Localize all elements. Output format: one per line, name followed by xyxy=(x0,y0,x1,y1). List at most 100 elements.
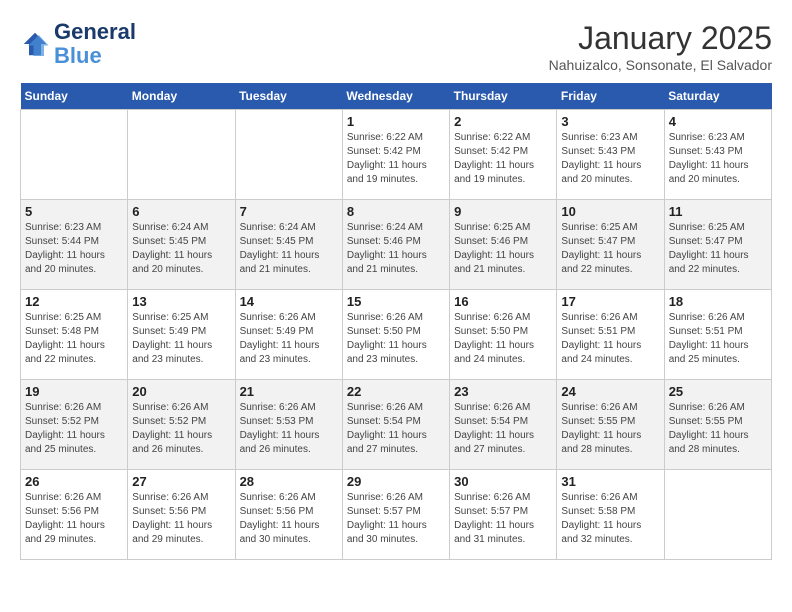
day-number: 8 xyxy=(347,204,445,219)
cell-info: Sunrise: 6:26 AM Sunset: 5:53 PM Dayligh… xyxy=(240,401,338,457)
calendar-table: SundayMondayTuesdayWednesdayThursdayFrid… xyxy=(20,83,772,560)
cell-info: Sunrise: 6:25 AM Sunset: 5:48 PM Dayligh… xyxy=(25,311,123,367)
cell-info: Sunrise: 6:26 AM Sunset: 5:56 PM Dayligh… xyxy=(25,491,123,547)
calendar-cell: 10 Sunrise: 6:25 AM Sunset: 5:47 PM Dayli… xyxy=(557,200,664,290)
calendar-cell: 4 Sunrise: 6:23 AM Sunset: 5:43 PM Daylig… xyxy=(664,110,771,200)
day-number: 13 xyxy=(132,294,230,309)
calendar-week-5: 26 Sunrise: 6:26 AM Sunset: 5:56 PM Dayli… xyxy=(21,470,772,560)
day-number: 14 xyxy=(240,294,338,309)
calendar-cell: 6 Sunrise: 6:24 AM Sunset: 5:45 PM Daylig… xyxy=(128,200,235,290)
weekday-header-monday: Monday xyxy=(128,83,235,110)
calendar-cell: 14Sunrise: 6:26 AM Sunset: 5:49 PM Dayli… xyxy=(235,290,342,380)
day-number: 29 xyxy=(347,474,445,489)
weekday-header-tuesday: Tuesday xyxy=(235,83,342,110)
calendar-cell: 26 Sunrise: 6:26 AM Sunset: 5:56 PM Dayli… xyxy=(21,470,128,560)
calendar-cell: 13Sunrise: 6:25 AM Sunset: 5:49 PM Dayli… xyxy=(128,290,235,380)
day-number: 19 xyxy=(25,384,123,399)
cell-info: Sunrise: 6:26 AM Sunset: 5:56 PM Dayligh… xyxy=(240,491,338,547)
logo-text: General Blue xyxy=(54,20,136,68)
cell-info: Sunrise: 6:26 AM Sunset: 5:52 PM Dayligh… xyxy=(132,401,230,457)
cell-info: Sunrise: 6:26 AM Sunset: 5:50 PM Dayligh… xyxy=(454,311,552,367)
logo-line1: General xyxy=(54,20,136,44)
page-header: General Blue January 2025 Nahuizalco, So… xyxy=(20,20,772,73)
day-number: 11 xyxy=(669,204,767,219)
day-number: 26 xyxy=(25,474,123,489)
calendar-cell: 18 Sunrise: 6:26 AM Sunset: 5:51 PM Dayli… xyxy=(664,290,771,380)
cell-info: Sunrise: 6:26 AM Sunset: 5:55 PM Dayligh… xyxy=(561,401,659,457)
cell-info: Sunrise: 6:24 AM Sunset: 5:46 PM Dayligh… xyxy=(347,221,445,277)
day-number: 20 xyxy=(132,384,230,399)
cell-info: Sunrise: 6:26 AM Sunset: 5:56 PM Dayligh… xyxy=(132,491,230,547)
cell-info: Sunrise: 6:26 AM Sunset: 5:55 PM Dayligh… xyxy=(669,401,767,457)
cell-info: Sunrise: 6:24 AM Sunset: 5:45 PM Dayligh… xyxy=(240,221,338,277)
calendar-cell xyxy=(21,110,128,200)
weekday-header-sunday: Sunday xyxy=(21,83,128,110)
day-number: 1 xyxy=(347,114,445,129)
calendar-cell: 5 Sunrise: 6:23 AM Sunset: 5:44 PM Daylig… xyxy=(21,200,128,290)
weekday-header-wednesday: Wednesday xyxy=(342,83,449,110)
logo-icon xyxy=(20,29,50,59)
cell-info: Sunrise: 6:24 AM Sunset: 5:45 PM Dayligh… xyxy=(132,221,230,277)
calendar-cell: 3Sunrise: 6:23 AM Sunset: 5:43 PM Daylig… xyxy=(557,110,664,200)
cell-info: Sunrise: 6:26 AM Sunset: 5:52 PM Dayligh… xyxy=(25,401,123,457)
day-number: 30 xyxy=(454,474,552,489)
calendar-cell: 23 Sunrise: 6:26 AM Sunset: 5:54 PM Dayli… xyxy=(450,380,557,470)
cell-info: Sunrise: 6:23 AM Sunset: 5:44 PM Dayligh… xyxy=(25,221,123,277)
calendar-header: SundayMondayTuesdayWednesdayThursdayFrid… xyxy=(21,83,772,110)
cell-info: Sunrise: 6:26 AM Sunset: 5:50 PM Dayligh… xyxy=(347,311,445,367)
cell-info: Sunrise: 6:26 AM Sunset: 5:51 PM Dayligh… xyxy=(669,311,767,367)
calendar-cell: 15Sunrise: 6:26 AM Sunset: 5:50 PM Dayli… xyxy=(342,290,449,380)
title-block: January 2025 Nahuizalco, Sonsonate, El S… xyxy=(549,20,772,73)
cell-info: Sunrise: 6:26 AM Sunset: 5:54 PM Dayligh… xyxy=(454,401,552,457)
weekday-header-friday: Friday xyxy=(557,83,664,110)
calendar-week-2: 5 Sunrise: 6:23 AM Sunset: 5:44 PM Daylig… xyxy=(21,200,772,290)
calendar-week-3: 12 Sunrise: 6:25 AM Sunset: 5:48 PM Dayli… xyxy=(21,290,772,380)
day-number: 3 xyxy=(561,114,659,129)
day-number: 10 xyxy=(561,204,659,219)
month-title: January 2025 xyxy=(549,20,772,57)
day-number: 17 xyxy=(561,294,659,309)
cell-info: Sunrise: 6:25 AM Sunset: 5:47 PM Dayligh… xyxy=(669,221,767,277)
day-number: 23 xyxy=(454,384,552,399)
calendar-cell: 31Sunrise: 6:26 AM Sunset: 5:58 PM Dayli… xyxy=(557,470,664,560)
day-number: 7 xyxy=(240,204,338,219)
calendar-cell xyxy=(664,470,771,560)
day-number: 27 xyxy=(132,474,230,489)
day-number: 12 xyxy=(25,294,123,309)
day-number: 4 xyxy=(669,114,767,129)
calendar-body: 1 Sunrise: 6:22 AM Sunset: 5:42 PM Daylig… xyxy=(21,110,772,560)
calendar-cell: 17 Sunrise: 6:26 AM Sunset: 5:51 PM Dayli… xyxy=(557,290,664,380)
day-number: 2 xyxy=(454,114,552,129)
location: Nahuizalco, Sonsonate, El Salvador xyxy=(549,57,772,73)
cell-info: Sunrise: 6:26 AM Sunset: 5:51 PM Dayligh… xyxy=(561,311,659,367)
calendar-week-1: 1 Sunrise: 6:22 AM Sunset: 5:42 PM Daylig… xyxy=(21,110,772,200)
day-number: 9 xyxy=(454,204,552,219)
day-number: 5 xyxy=(25,204,123,219)
logo-line2: Blue xyxy=(54,44,136,68)
calendar-cell: 9 Sunrise: 6:25 AM Sunset: 5:46 PM Daylig… xyxy=(450,200,557,290)
weekday-header-thursday: Thursday xyxy=(450,83,557,110)
calendar-cell: 27 Sunrise: 6:26 AM Sunset: 5:56 PM Dayli… xyxy=(128,470,235,560)
calendar-cell: 16 Sunrise: 6:26 AM Sunset: 5:50 PM Dayli… xyxy=(450,290,557,380)
cell-info: Sunrise: 6:25 AM Sunset: 5:47 PM Dayligh… xyxy=(561,221,659,277)
cell-info: Sunrise: 6:25 AM Sunset: 5:46 PM Dayligh… xyxy=(454,221,552,277)
calendar-week-4: 19 Sunrise: 6:26 AM Sunset: 5:52 PM Dayli… xyxy=(21,380,772,470)
day-number: 24 xyxy=(561,384,659,399)
calendar-cell: 30 Sunrise: 6:26 AM Sunset: 5:57 PM Dayli… xyxy=(450,470,557,560)
calendar-cell: 8 Sunrise: 6:24 AM Sunset: 5:46 PM Daylig… xyxy=(342,200,449,290)
calendar-cell: 7 Sunrise: 6:24 AM Sunset: 5:45 PM Daylig… xyxy=(235,200,342,290)
calendar-cell: 2Sunrise: 6:22 AM Sunset: 5:42 PM Daylig… xyxy=(450,110,557,200)
weekday-header-saturday: Saturday xyxy=(664,83,771,110)
day-number: 22 xyxy=(347,384,445,399)
day-number: 16 xyxy=(454,294,552,309)
calendar-cell xyxy=(128,110,235,200)
calendar-cell: 21 Sunrise: 6:26 AM Sunset: 5:53 PM Dayli… xyxy=(235,380,342,470)
cell-info: Sunrise: 6:23 AM Sunset: 5:43 PM Dayligh… xyxy=(669,131,767,187)
day-number: 21 xyxy=(240,384,338,399)
day-number: 6 xyxy=(132,204,230,219)
cell-info: Sunrise: 6:22 AM Sunset: 5:42 PM Dayligh… xyxy=(347,131,445,187)
day-number: 18 xyxy=(669,294,767,309)
calendar-cell: 12 Sunrise: 6:25 AM Sunset: 5:48 PM Dayli… xyxy=(21,290,128,380)
cell-info: Sunrise: 6:26 AM Sunset: 5:57 PM Dayligh… xyxy=(454,491,552,547)
calendar-cell: 25Sunrise: 6:26 AM Sunset: 5:55 PM Dayli… xyxy=(664,380,771,470)
